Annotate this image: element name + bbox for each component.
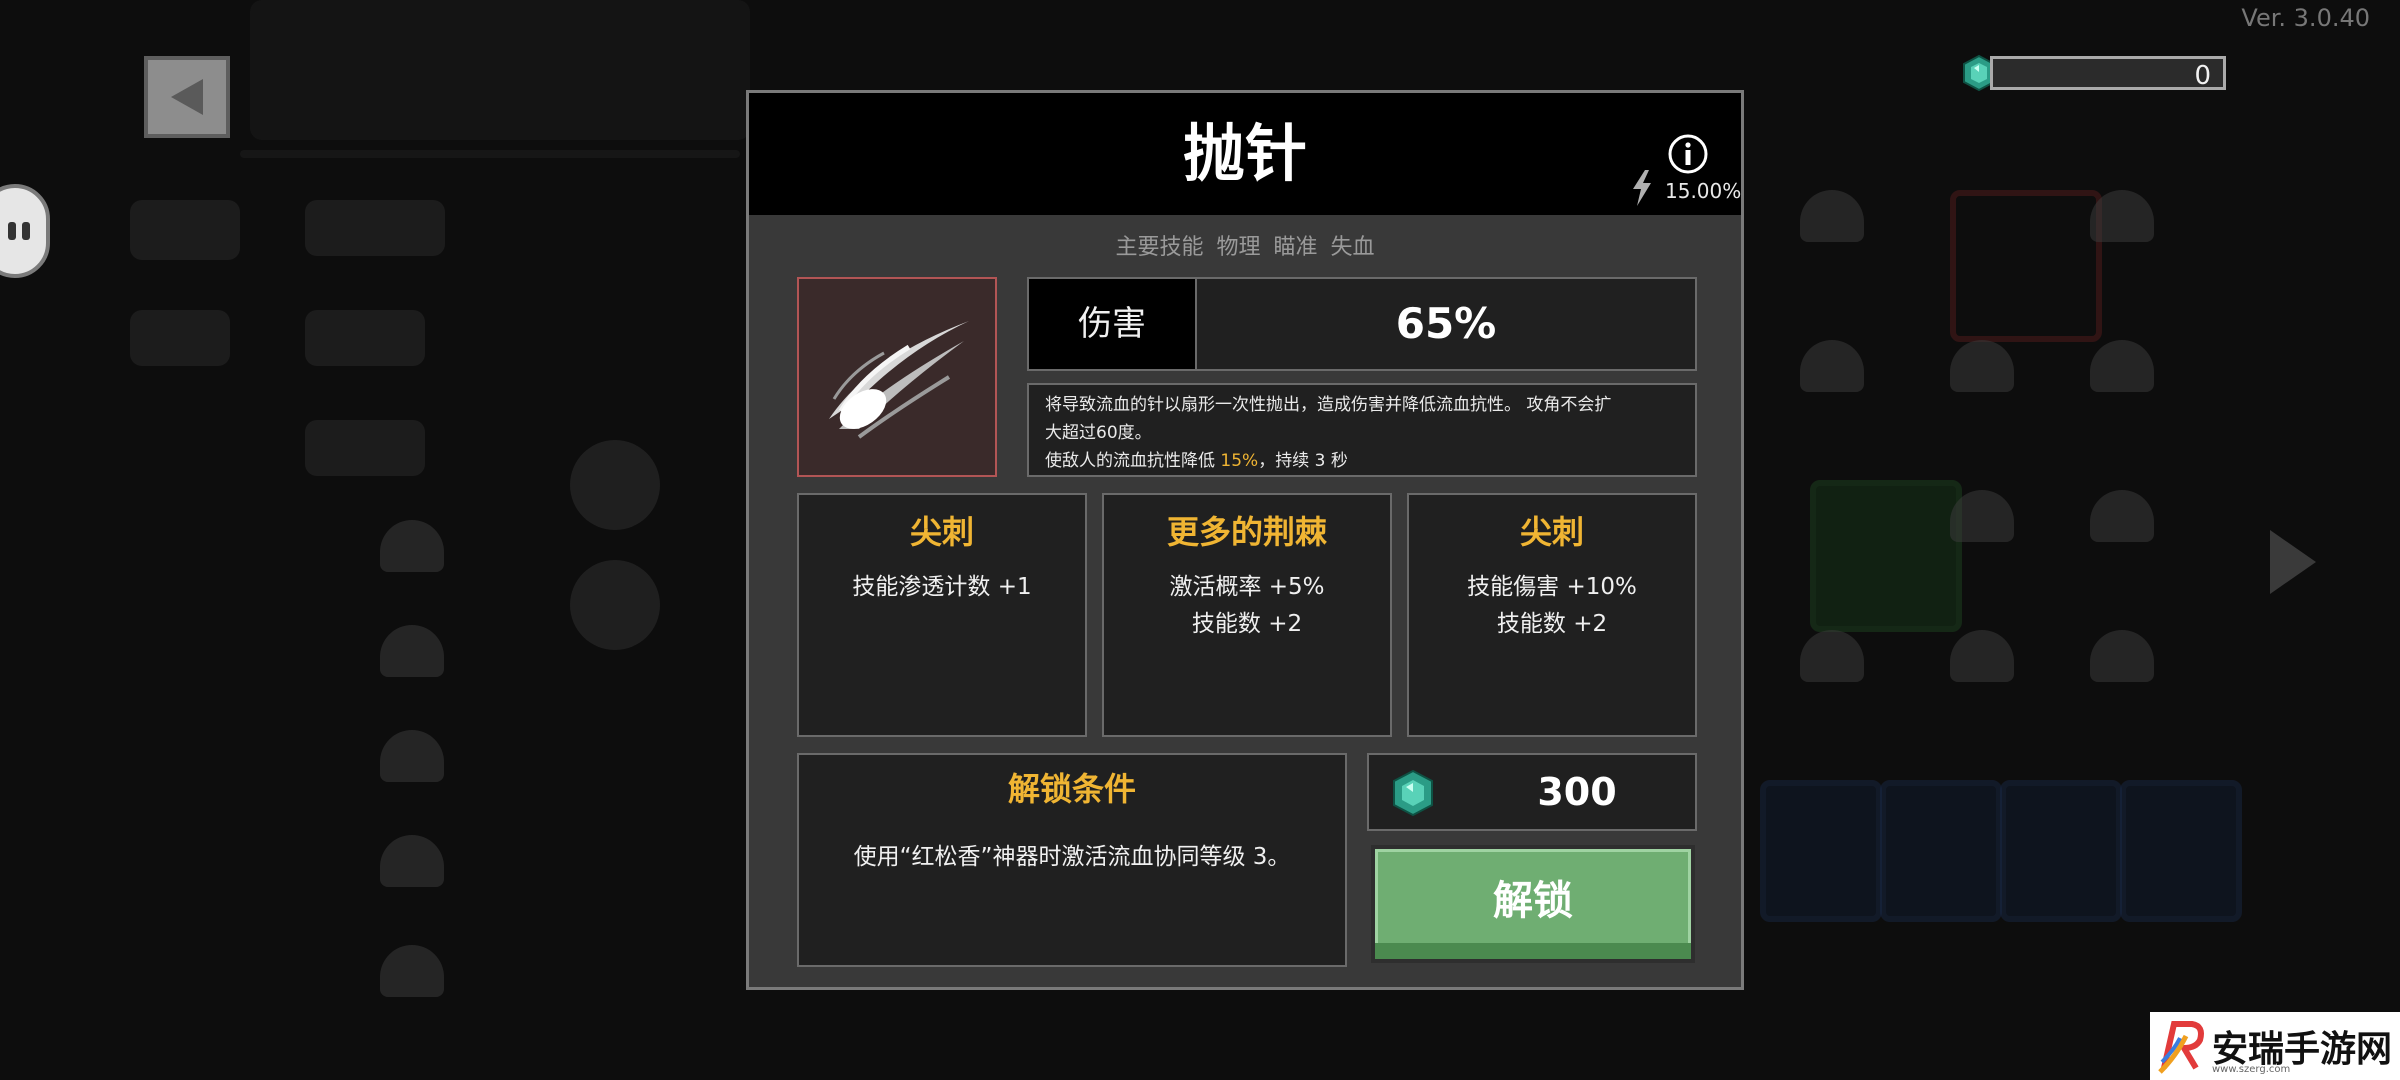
bg-slot	[380, 625, 444, 677]
upgrade-title: 尖刺	[1519, 513, 1584, 551]
bg-blue-slot	[2000, 780, 2122, 922]
description-line-3-prefix: 使敌人的流血抗性降低	[1045, 451, 1221, 471]
upgrade-card: 更多的荆棘 激活概率 +5% 技能数 +2	[1102, 493, 1392, 737]
bg-skill-slot-red	[1950, 190, 2102, 342]
bg-hero-banner	[250, 0, 750, 140]
bg-skill-slot-green	[1810, 480, 1962, 632]
bg-slot	[380, 730, 444, 782]
unlock-cost: 300	[1367, 753, 1697, 831]
upgrade-effect: 技能数 +2	[1191, 611, 1303, 637]
upgrade-effect: 技能渗透计数 +1	[852, 574, 1032, 600]
upgrade-effect: 技能数 +2	[1496, 611, 1608, 637]
version-label: Ver. 3.0.40	[2241, 4, 2370, 32]
bg-slot	[380, 520, 444, 572]
currency-amount: 0	[2194, 61, 2211, 91]
description-line-2: 大超过60度。	[1045, 423, 1152, 443]
bg-slot	[380, 945, 444, 997]
unlock-cost-value: 300	[1537, 770, 1617, 814]
bg-slot	[2090, 490, 2154, 542]
upgrade-title: 尖刺	[909, 513, 974, 551]
skill-detail-modal: 抛针 15.00% 主要技能 物理 瞄准 失血 伤害 65% 将导致流血的针以扇…	[746, 90, 1744, 990]
watermark-url: www.szerg.com	[2212, 1064, 2291, 1075]
description-line-3: 使敌人的流血抗性降低 15%，持续 3 秒	[1045, 447, 1679, 475]
modal-header: 抛针 15.00%	[749, 93, 1741, 215]
green-gem-icon	[1393, 769, 1433, 817]
bg-slot	[1950, 340, 2014, 392]
bg-menu-item	[130, 310, 230, 366]
back-button[interactable]	[144, 56, 230, 138]
site-watermark: 安瑞手游网 www.szerg.com	[2150, 1012, 2400, 1080]
description-line-3-suffix: ，持续 3 秒	[1258, 451, 1348, 471]
bg-slot	[1950, 630, 2014, 682]
side-tab-eye-icon	[22, 222, 30, 240]
damage-stat: 伤害 65%	[1027, 277, 1697, 371]
skill-tags: 主要技能 物理 瞄准 失血	[1115, 235, 1375, 260]
bg-slot	[380, 835, 444, 887]
bg-slot	[2090, 630, 2154, 682]
side-menu-tab[interactable]	[0, 184, 50, 278]
info-icon[interactable]	[1667, 133, 1709, 175]
upgrade-effect: 技能傷害 +10%	[1467, 574, 1637, 600]
skill-title: 抛针	[1182, 117, 1307, 190]
damage-label: 伤害	[1029, 279, 1197, 369]
needle-throw-skill-icon	[829, 321, 969, 439]
bg-blue-slot	[2120, 780, 2242, 922]
bg-slot	[2090, 340, 2154, 392]
skill-description: 将导致流血的针以扇形一次性抛出，造成伤害并降低流血抗性。 攻角不会扩 大超过60…	[1027, 383, 1697, 477]
bg-divider	[240, 150, 740, 158]
bg-slot	[1800, 340, 1864, 392]
lightning-bolt-icon	[1633, 170, 1651, 206]
back-arrow-icon	[171, 79, 203, 115]
bg-circle	[570, 560, 660, 650]
bg-menu-item	[305, 420, 425, 476]
bg-blue-slot	[1760, 780, 1882, 922]
currency-track: 0	[1990, 56, 2226, 91]
skill-icon-frame	[797, 277, 997, 477]
upgrade-title: 更多的荆棘	[1166, 513, 1327, 551]
bg-circle	[570, 440, 660, 530]
bg-slot	[2090, 190, 2154, 242]
unlock-button[interactable]: 解锁	[1371, 845, 1695, 963]
unlock-condition-panel: 解锁条件 使用“红松香”神器时激活流血协同等级 3。	[797, 753, 1347, 967]
crit-chance-value: 15.00%	[1665, 179, 1742, 203]
upgrade-effect: 激活概率 +5%	[1169, 574, 1325, 600]
watermark-logo-icon	[2158, 1021, 2204, 1074]
currency-bar: 0	[1960, 54, 2230, 94]
bg-slot	[1800, 190, 1864, 242]
bg-next-arrow-icon	[2270, 530, 2316, 594]
upgrade-card: 尖刺 技能傷害 +10% 技能数 +2	[1407, 493, 1697, 737]
unlock-condition-text: 使用“红松香”神器时激活流血协同等级 3。	[853, 844, 1291, 870]
bg-menu-item	[305, 310, 425, 366]
unlock-condition-title: 解锁条件	[1007, 770, 1136, 808]
bg-blue-slot	[1880, 780, 2002, 922]
bg-menu-item	[130, 200, 240, 260]
bg-slot	[1950, 490, 2014, 542]
description-line-1: 将导致流血的针以扇形一次性抛出，造成伤害并降低流血抗性。 攻角不会扩	[1045, 395, 1612, 415]
upgrade-card: 尖刺 技能渗透计数 +1	[797, 493, 1087, 737]
bleed-resist-value: 15%	[1220, 451, 1259, 471]
side-tab-eye-icon	[8, 222, 16, 240]
damage-value: 65%	[1395, 299, 1497, 348]
bg-menu-item	[305, 200, 445, 256]
bg-slot	[1800, 630, 1864, 682]
